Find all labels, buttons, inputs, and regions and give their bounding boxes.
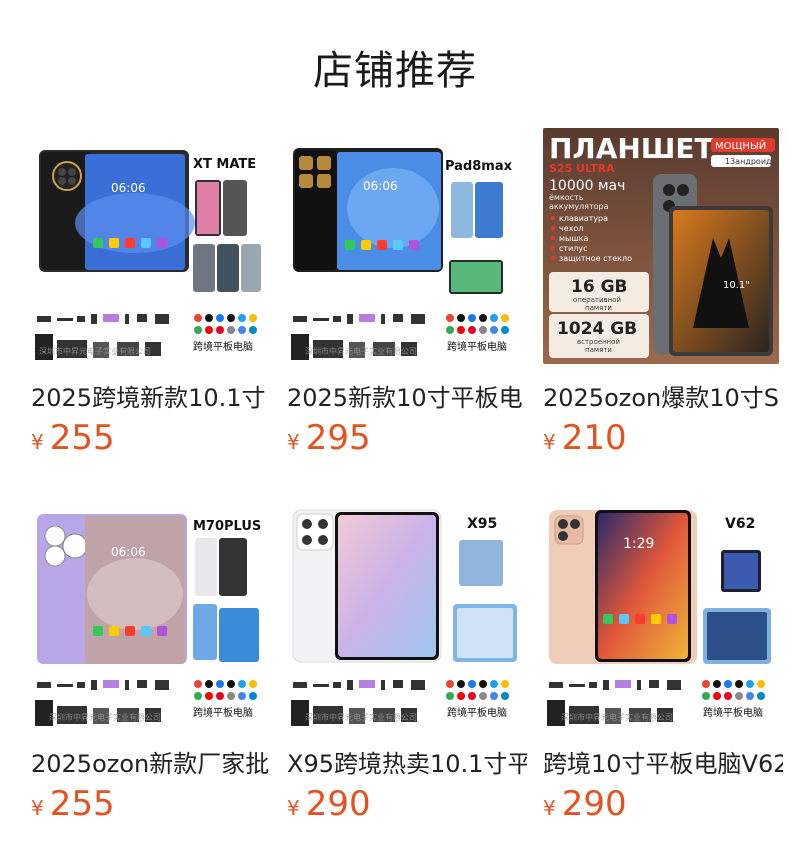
screen-time: 06:06 bbox=[363, 179, 398, 193]
badge-text: 跨境平板电脑 bbox=[447, 340, 507, 353]
price-value: 255 bbox=[49, 784, 115, 824]
badge-text: 跨境平板电脑 bbox=[703, 706, 763, 719]
product-price: ¥290 bbox=[287, 784, 371, 824]
watermark: 深圳市中昇元电子实业有限公司 bbox=[39, 346, 151, 356]
ad-battery-sub: ёмкость bbox=[549, 193, 584, 202]
ad-feature: мышка bbox=[559, 234, 589, 243]
product-price: ¥255 bbox=[31, 418, 115, 458]
ad-feature: защитное стекло bbox=[559, 254, 632, 263]
ad-size: 10.1" bbox=[723, 280, 750, 291]
badge-text: 跨境平板电脑 bbox=[447, 706, 507, 719]
watermark: 深圳市中昇元电子实业有限公司 bbox=[49, 712, 161, 722]
badge-text: 跨境平板电脑 bbox=[193, 706, 253, 719]
product-price: ¥255 bbox=[31, 784, 115, 824]
product-image[interactable]: ПЛАНШЕТ МОЩНЫЙ 13андроид S25 ULTRA 10000… bbox=[543, 128, 779, 364]
product-grid: 06:06 XT MATE 跨境平板电脑 深圳市中昇元电子实业有限公司 2025… bbox=[0, 0, 790, 864]
price-value: 290 bbox=[561, 784, 627, 824]
currency-symbol: ¥ bbox=[287, 796, 300, 820]
price-value: 295 bbox=[305, 418, 371, 458]
ad-feature: стилус bbox=[559, 244, 588, 253]
price-value: 290 bbox=[305, 784, 371, 824]
watermark: 深圳市中昇元电子实业有限公司 bbox=[305, 346, 417, 356]
product-price: ¥295 bbox=[287, 418, 371, 458]
model-tag: V62 bbox=[725, 516, 755, 532]
currency-symbol: ¥ bbox=[543, 796, 556, 820]
product-image[interactable]: X95 跨境平板电脑 深圳市中昇元电子实业有限公司 bbox=[287, 494, 523, 730]
currency-symbol: ¥ bbox=[31, 796, 44, 820]
currency-symbol: ¥ bbox=[543, 430, 556, 454]
product-image[interactable]: 06:06 XT MATE 跨境平板电脑 深圳市中昇元电子实业有限公司 bbox=[31, 128, 267, 364]
ad-battery: 10000 мач bbox=[549, 178, 625, 194]
ad-ram-sub: оперативной bbox=[573, 296, 621, 304]
price-value: 255 bbox=[49, 418, 115, 458]
ad-feature: чехол bbox=[559, 224, 583, 233]
badge-text: 跨境平板电脑 bbox=[193, 340, 253, 353]
watermark: 深圳市中昇元电子实业有限公司 bbox=[561, 712, 673, 722]
product-name[interactable]: 2025跨境新款10.1寸 bbox=[31, 378, 271, 413]
screen-time: 1:29 bbox=[623, 536, 654, 552]
currency-symbol: ¥ bbox=[31, 430, 44, 454]
ad-ram: 16 GB bbox=[571, 277, 628, 297]
model-tag: XT MATE bbox=[193, 157, 256, 172]
ad-rom-sub: памяти bbox=[585, 346, 612, 354]
ad-heading: ПЛАНШЕТ bbox=[549, 132, 714, 165]
product-image[interactable]: 06:06 M70PLUS 跨境平板电脑 深圳市中昇元电子实业有限公司 bbox=[31, 494, 267, 730]
model-tag: X95 bbox=[467, 516, 497, 532]
product-name[interactable]: X95跨境热卖10.1寸平 bbox=[287, 744, 527, 779]
product-name[interactable]: 2025ozon爆款10寸S bbox=[543, 378, 783, 413]
watermark: 深圳市中昇元电子实业有限公司 bbox=[305, 712, 417, 722]
product-image[interactable]: 06:06 Pad8max 跨境平板电脑 深圳市中昇元电子实业有限公司 bbox=[287, 128, 523, 364]
product-price: ¥210 bbox=[543, 418, 627, 458]
ad-battery-sub: аккумулятора bbox=[549, 202, 609, 211]
model-tag: Pad8max bbox=[445, 159, 513, 174]
ad-mode-label: МОЩНЫЙ bbox=[715, 139, 766, 152]
product-price: ¥290 bbox=[543, 784, 627, 824]
ad-android-label: 13андроид bbox=[725, 157, 772, 166]
screen-time: 06:06 bbox=[111, 545, 146, 559]
screen-time: 06:06 bbox=[111, 181, 146, 195]
product-name[interactable]: 2025ozon新款厂家批 bbox=[31, 744, 271, 779]
product-image[interactable]: 1:29 V62 跨境平板电脑 深圳市中昇元电子实业有限公司 bbox=[543, 494, 779, 730]
currency-symbol: ¥ bbox=[287, 430, 300, 454]
ad-rom: 1024 GB bbox=[557, 319, 637, 339]
ad-ram-sub: памяти bbox=[585, 304, 612, 312]
price-value: 210 bbox=[561, 418, 627, 458]
model-tag: M70PLUS bbox=[193, 519, 261, 534]
product-name[interactable]: 跨境10寸平板电脑V62 bbox=[543, 744, 783, 779]
product-name[interactable]: 2025新款10寸平板电 bbox=[287, 378, 527, 413]
ad-feature: клавиатура bbox=[559, 214, 608, 223]
ad-rom-sub: встроенной bbox=[577, 338, 620, 346]
ad-model: S25 ULTRA bbox=[549, 162, 615, 175]
